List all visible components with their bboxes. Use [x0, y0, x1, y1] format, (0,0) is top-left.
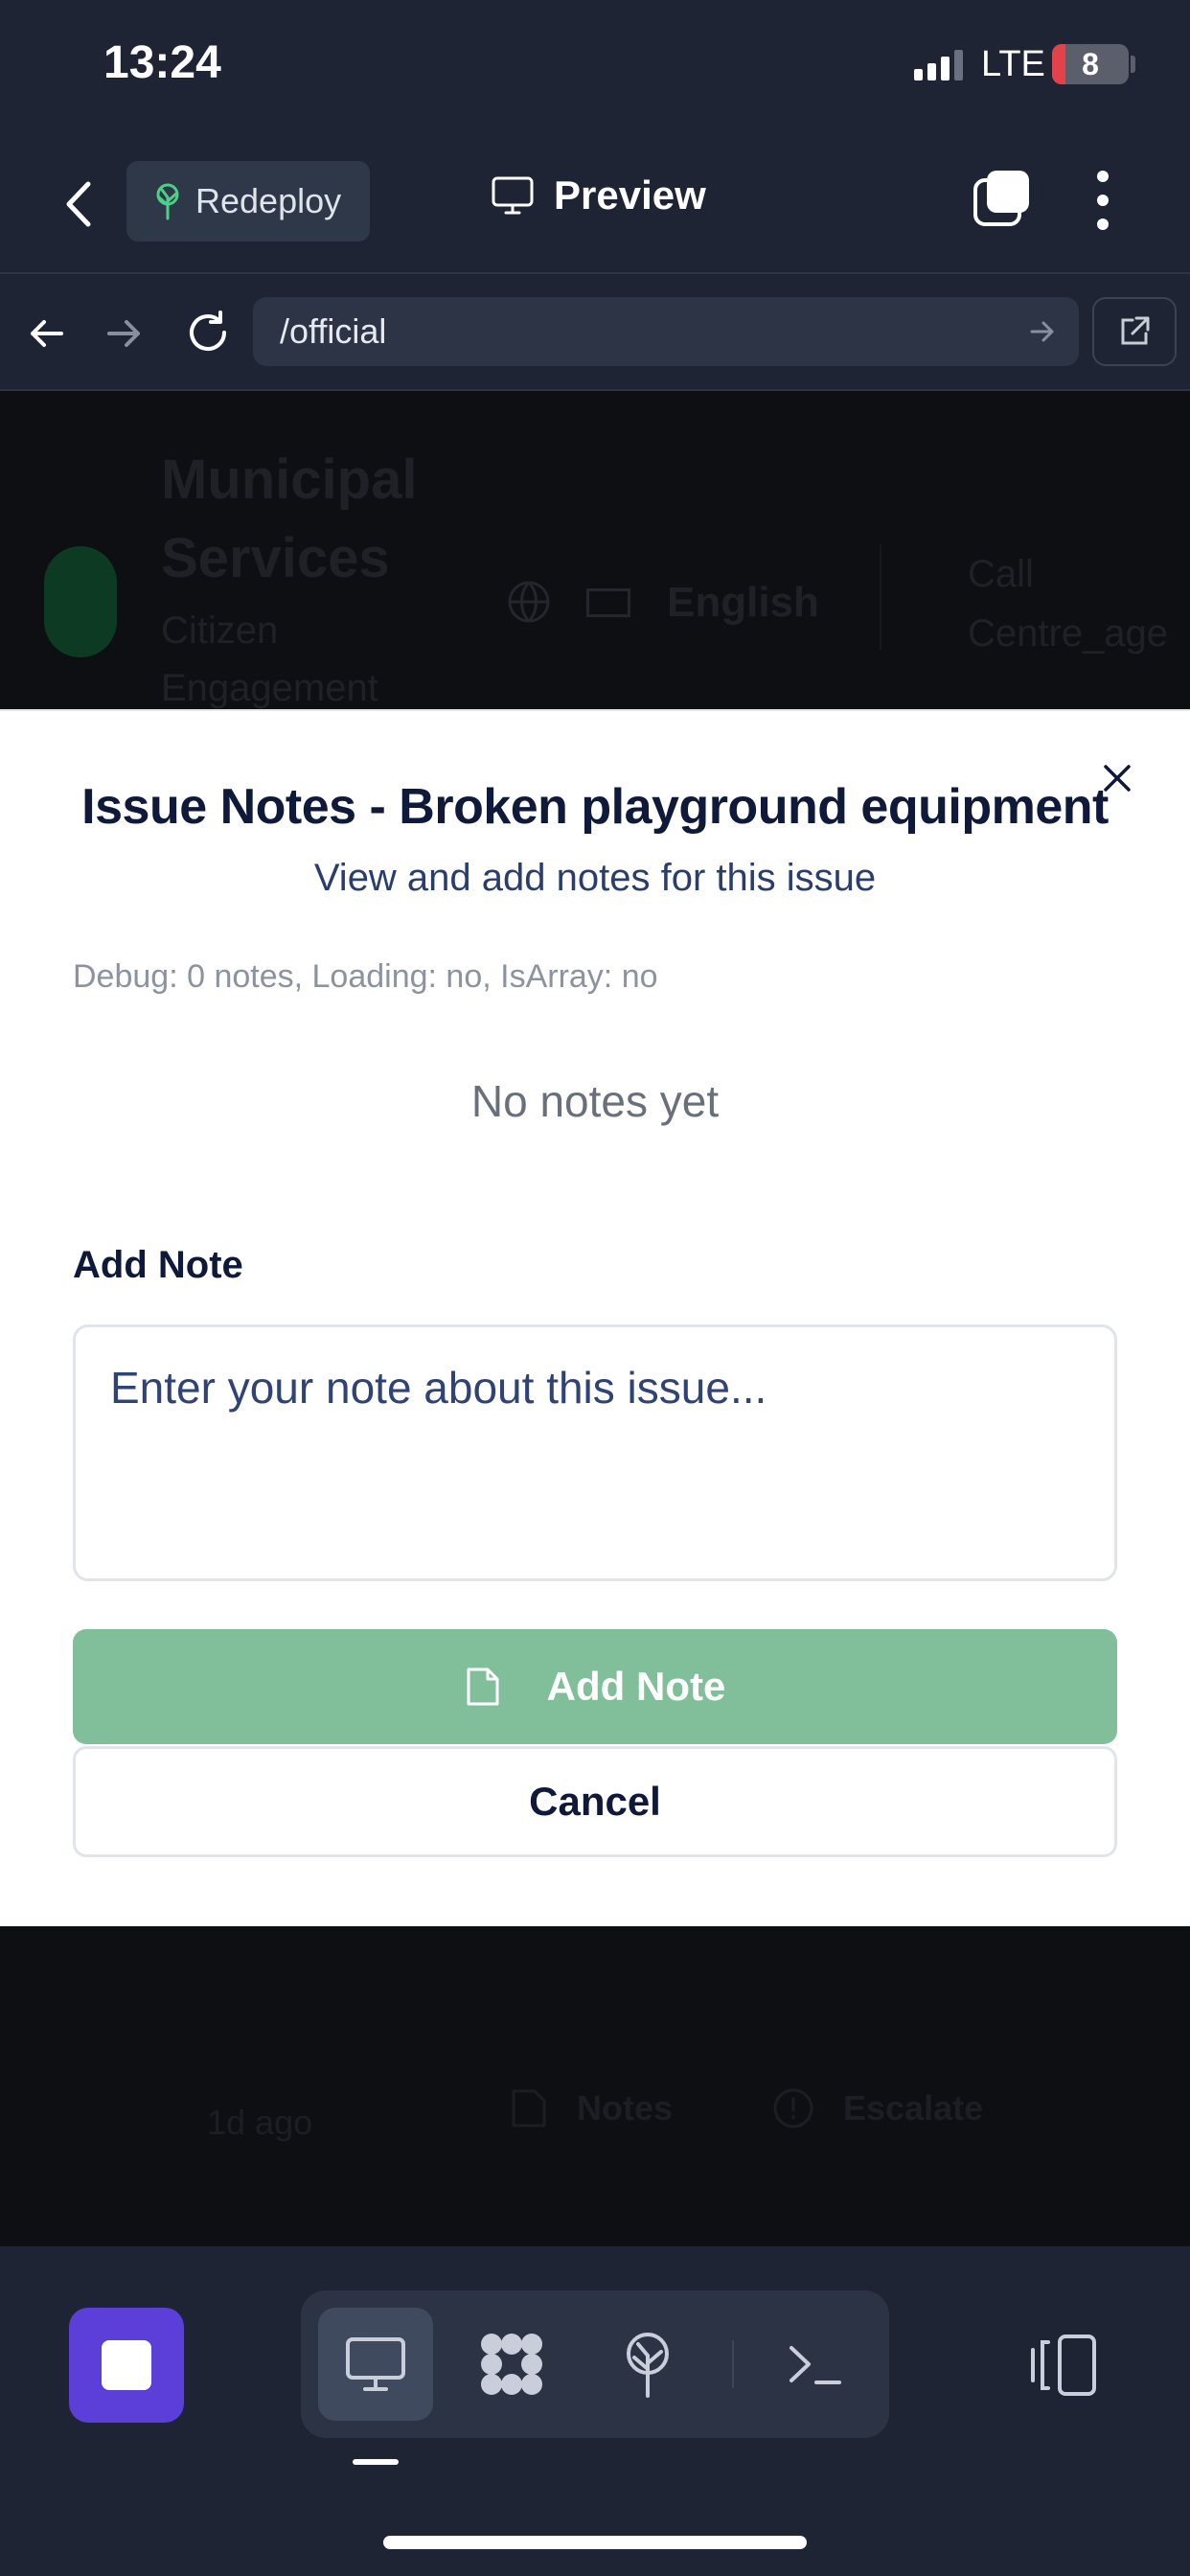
chevron-left-icon[interactable]	[57, 176, 103, 232]
battery-level: 8	[1082, 47, 1099, 81]
add-note-button-label: Add Note	[546, 1664, 726, 1709]
go-arrow-icon[interactable]	[1029, 318, 1056, 345]
deploy-tab[interactable]	[590, 2308, 705, 2421]
agents-tab[interactable]	[454, 2308, 569, 2421]
terminal-icon	[790, 2346, 841, 2384]
debug-text: Debug: 0 notes, Loading: no, IsArray: no	[73, 958, 658, 995]
status-bar: 13:24 LTE 8	[0, 0, 1190, 134]
alert-circle-icon	[773, 2088, 813, 2128]
network-type: LTE	[981, 44, 1045, 84]
stop-button[interactable]	[69, 2308, 184, 2423]
status-time: 13:24	[103, 37, 221, 88]
file-icon	[467, 1668, 499, 1706]
file-icon	[512, 2089, 546, 2128]
bg-escalate-label: Escalate	[843, 2088, 984, 2128]
arrow-right-icon[interactable]	[103, 312, 146, 355]
issue-notes-dialog: Issue Notes - Broken playground equipmen…	[0, 709, 1190, 1926]
url-value: /official	[280, 311, 387, 351]
preview-tab[interactable]	[318, 2308, 433, 2421]
tabs-icon[interactable]	[972, 169, 1031, 228]
dialog-subtitle: View and add notes for this issue	[313, 857, 877, 899]
terminal-tab[interactable]	[757, 2308, 872, 2421]
redeploy-tree-icon	[156, 183, 179, 220]
bg-call-centre: Call Centre_age	[968, 553, 1169, 655]
app-header: Redeploy Preview	[0, 134, 1190, 274]
add-note-label: Add Note	[73, 1244, 243, 1286]
bg-divider	[880, 544, 881, 650]
note-textarea[interactable]	[73, 1324, 1117, 1581]
municipal-logo	[44, 546, 117, 657]
stop-icon	[102, 2340, 151, 2390]
arrow-left-icon[interactable]	[25, 312, 67, 355]
preview-label: Preview	[554, 172, 706, 218]
external-link-icon	[1121, 316, 1150, 345]
cancel-button-label: Cancel	[529, 1779, 661, 1824]
preview-title: Preview	[491, 172, 706, 218]
bg-escalate-button: Escalate	[772, 2087, 983, 2129]
monitor-icon	[346, 2337, 405, 2391]
bg-page-subtitle: Citizen Engagement	[161, 610, 378, 709]
reload-icon[interactable]	[184, 309, 232, 356]
bottom-toolbar	[0, 2246, 1190, 2576]
redeploy-label: Redeploy	[195, 181, 342, 220]
segment-divider	[732, 2340, 734, 2388]
bg-notes-label: Notes	[577, 2088, 674, 2128]
more-options-icon[interactable]	[1088, 169, 1117, 232]
redeploy-button[interactable]: Redeploy	[126, 161, 370, 242]
bg-language-select: English	[667, 579, 819, 626]
monitor-icon	[492, 176, 534, 215]
browser-url-row: /official	[0, 274, 1190, 391]
url-input[interactable]: /official	[253, 297, 1079, 366]
cancel-button[interactable]: Cancel	[73, 1746, 1117, 1857]
deploy-tree-icon	[627, 2333, 669, 2398]
bg-time-ago: 1d ago	[207, 2103, 313, 2142]
active-tab-indicator	[353, 2459, 399, 2465]
battery-icon: 8	[1052, 44, 1129, 84]
dialog-title: Issue Notes - Broken playground equipmen…	[81, 779, 1109, 835]
bg-notes-button: Notes	[510, 2087, 673, 2129]
side-panel-icon[interactable]	[1027, 2333, 1098, 2398]
home-indicator	[383, 2536, 807, 2549]
view-switcher	[301, 2290, 889, 2438]
globe-icon	[508, 581, 550, 623]
empty-notes-text: No notes yet	[470, 1076, 720, 1126]
cellular-signal-icon	[914, 50, 963, 80]
add-note-button[interactable]: Add Note	[73, 1629, 1117, 1744]
agents-cluster-icon	[481, 2334, 542, 2395]
open-external-button[interactable]	[1092, 297, 1177, 366]
bg-page-title: Municipal Services	[161, 448, 418, 589]
flag-icon	[586, 588, 630, 617]
